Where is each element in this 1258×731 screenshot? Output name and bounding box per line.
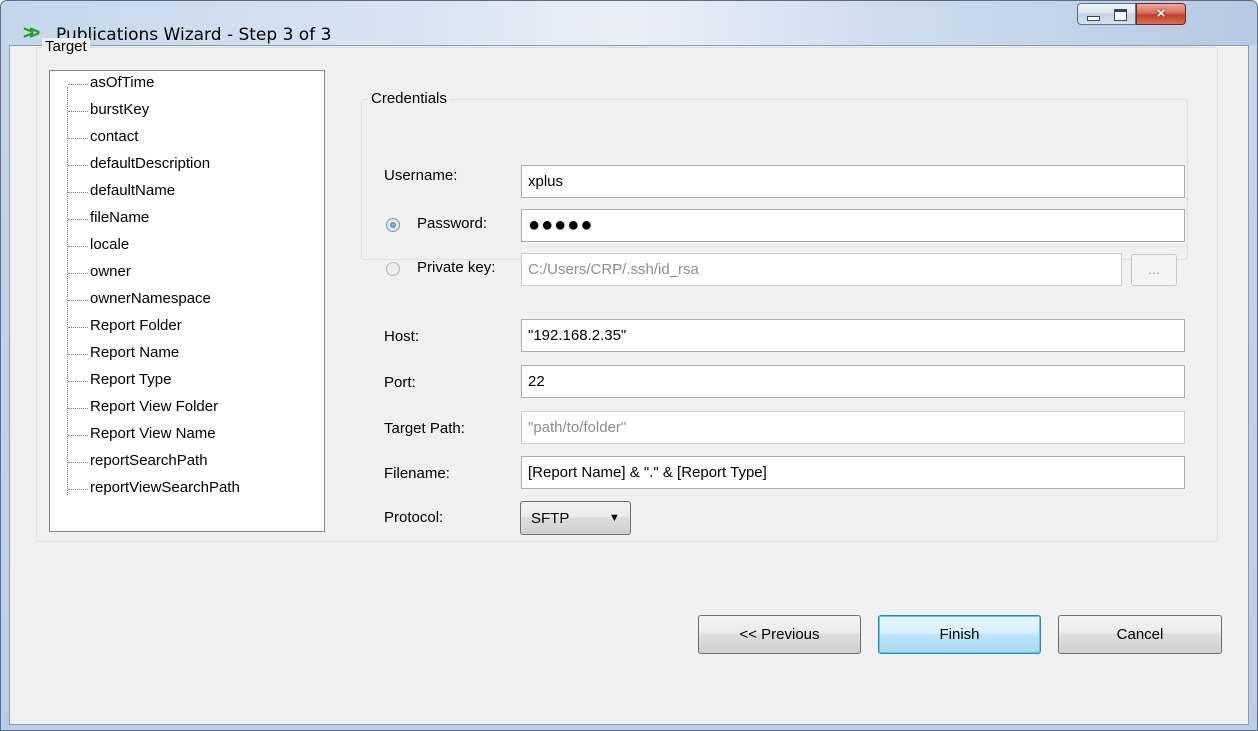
host-field[interactable]: "192.168.2.35"	[521, 319, 1185, 352]
port-label: Port:	[384, 374, 416, 391]
private-key-field[interactable]: C:/Users/CRP/.ssh/id_rsa	[521, 253, 1122, 286]
browse-button[interactable]: ...	[1131, 254, 1177, 286]
maximize-button[interactable]	[1106, 3, 1136, 25]
tree-item[interactable]: contact	[67, 128, 138, 145]
tree-item[interactable]: reportViewSearchPath	[68, 479, 240, 496]
cancel-button[interactable]: Cancel	[1058, 615, 1222, 654]
tree-item[interactable]: burstKey	[67, 101, 149, 118]
previous-button[interactable]: << Previous	[698, 615, 861, 654]
minimize-icon	[1087, 16, 1100, 21]
chevrons-right-icon: >>	[23, 23, 40, 44]
publications-wizard-window: >> Publications Wizard - Step 3 of 3 × T…	[0, 0, 1258, 731]
tree-item[interactable]: defaultDescription	[67, 155, 210, 172]
tree-item[interactable]: Report Type	[67, 371, 171, 388]
private-key-label: Private key:	[417, 259, 496, 276]
tree-item[interactable]: asOfTime	[67, 74, 154, 91]
filename-field[interactable]: [Report Name] & "." & [Report Type]	[521, 456, 1185, 489]
tree-item[interactable]: Report Name	[67, 344, 179, 361]
password-label: Password:	[417, 215, 488, 232]
protocol-value: SFTP	[531, 510, 570, 527]
tree-connector-line	[67, 87, 68, 495]
tree-item[interactable]: ownerNamespace	[68, 290, 211, 307]
protocol-label: Protocol:	[384, 509, 444, 526]
private-key-radio[interactable]	[386, 262, 400, 276]
filename-label: Filename:	[384, 465, 450, 482]
tree-item[interactable]: reportSearchPath	[68, 452, 208, 469]
password-field[interactable]: ●●●●●	[521, 209, 1185, 242]
port-field[interactable]: 22	[521, 365, 1185, 398]
tree-item[interactable]: defaultName	[67, 182, 175, 199]
tree-item[interactable]: locale	[67, 236, 129, 253]
tree-item[interactable]: owner	[68, 263, 131, 280]
protocol-select[interactable]: SFTP ▼	[520, 501, 631, 535]
minimize-button[interactable]	[1077, 3, 1107, 25]
chevron-down-icon: ▼	[609, 512, 620, 524]
username-label: Username:	[384, 167, 458, 184]
title-bar[interactable]: >> Publications Wizard - Step 3 of 3	[1, 1, 1257, 45]
target-path-label: Target Path:	[384, 420, 465, 437]
target-tree[interactable]: asOfTime burstKey contact defaultDescrip…	[49, 70, 325, 532]
username-field[interactable]: xplus	[521, 165, 1185, 198]
host-label: Host:	[384, 328, 420, 345]
tree-item[interactable]: Report Folder	[68, 317, 182, 334]
close-icon: ×	[1156, 5, 1166, 22]
tree-item[interactable]: Report View Name	[68, 425, 216, 442]
close-button[interactable]: ×	[1136, 3, 1186, 25]
tree-item[interactable]: fileName	[67, 209, 149, 226]
target-path-field[interactable]: "path/to/folder"	[521, 411, 1185, 444]
password-radio[interactable]	[386, 218, 400, 232]
tree-item[interactable]: Report View Folder	[67, 398, 218, 415]
target-group-label: Target	[42, 38, 90, 55]
finish-button[interactable]: Finish	[878, 615, 1041, 654]
credentials-group-label: Credentials	[368, 90, 450, 107]
window-title: Publications Wizard - Step 3 of 3	[56, 25, 332, 45]
maximize-icon	[1114, 9, 1127, 21]
